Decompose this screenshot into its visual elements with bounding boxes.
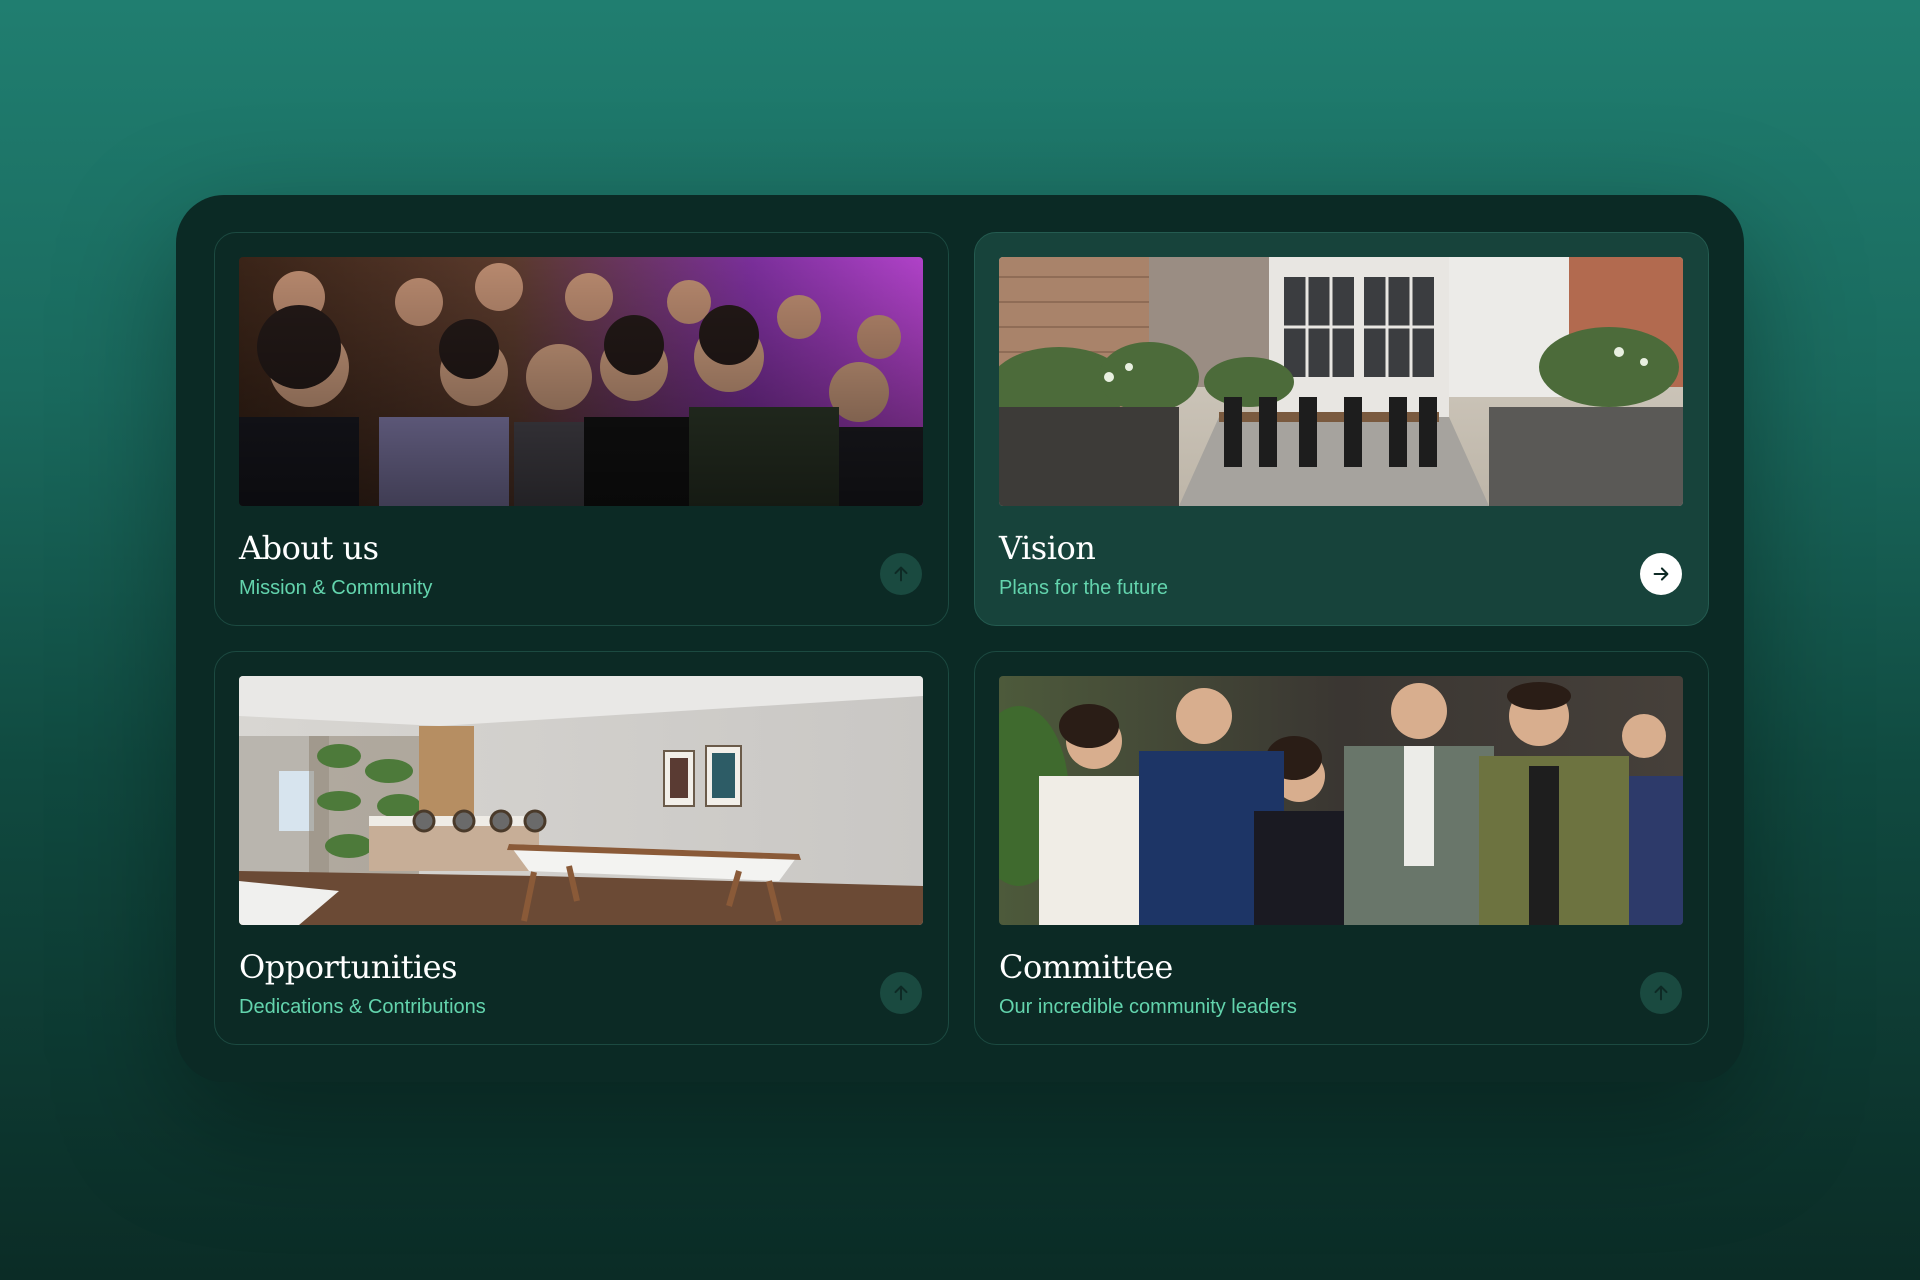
card-opportunities[interactable]: Opportunities Dedications & Contribution… [214,651,949,1045]
vision-photo [999,257,1683,506]
about-us-photo [239,257,923,506]
opportunities-photo [239,676,923,925]
card-title: Opportunities [239,948,458,986]
open-opportunities-button[interactable] [880,972,922,1014]
navigation-panel: About us Mission & Community Vision Plan… [176,195,1744,1082]
card-subtitle: Dedications & Contributions [239,996,486,1018]
card-title: Vision [999,529,1096,567]
card-committee[interactable]: Committee Our incredible community leade… [974,651,1709,1045]
card-subtitle: Our incredible community leaders [999,996,1297,1018]
open-vision-button[interactable] [1640,553,1682,595]
arrow-up-icon [1654,985,1668,1001]
open-about-us-button[interactable] [880,553,922,595]
card-about-us[interactable]: About us Mission & Community [214,232,949,626]
open-committee-button[interactable] [1640,972,1682,1014]
arrow-up-icon [894,566,908,582]
arrow-up-icon [894,985,908,1001]
card-title: About us [239,529,379,567]
arrow-right-icon [1653,567,1669,581]
card-title: Committee [999,948,1173,986]
committee-photo [999,676,1683,925]
card-vision[interactable]: Vision Plans for the future [974,232,1709,626]
card-subtitle: Mission & Community [239,577,433,599]
card-subtitle: Plans for the future [999,577,1168,599]
